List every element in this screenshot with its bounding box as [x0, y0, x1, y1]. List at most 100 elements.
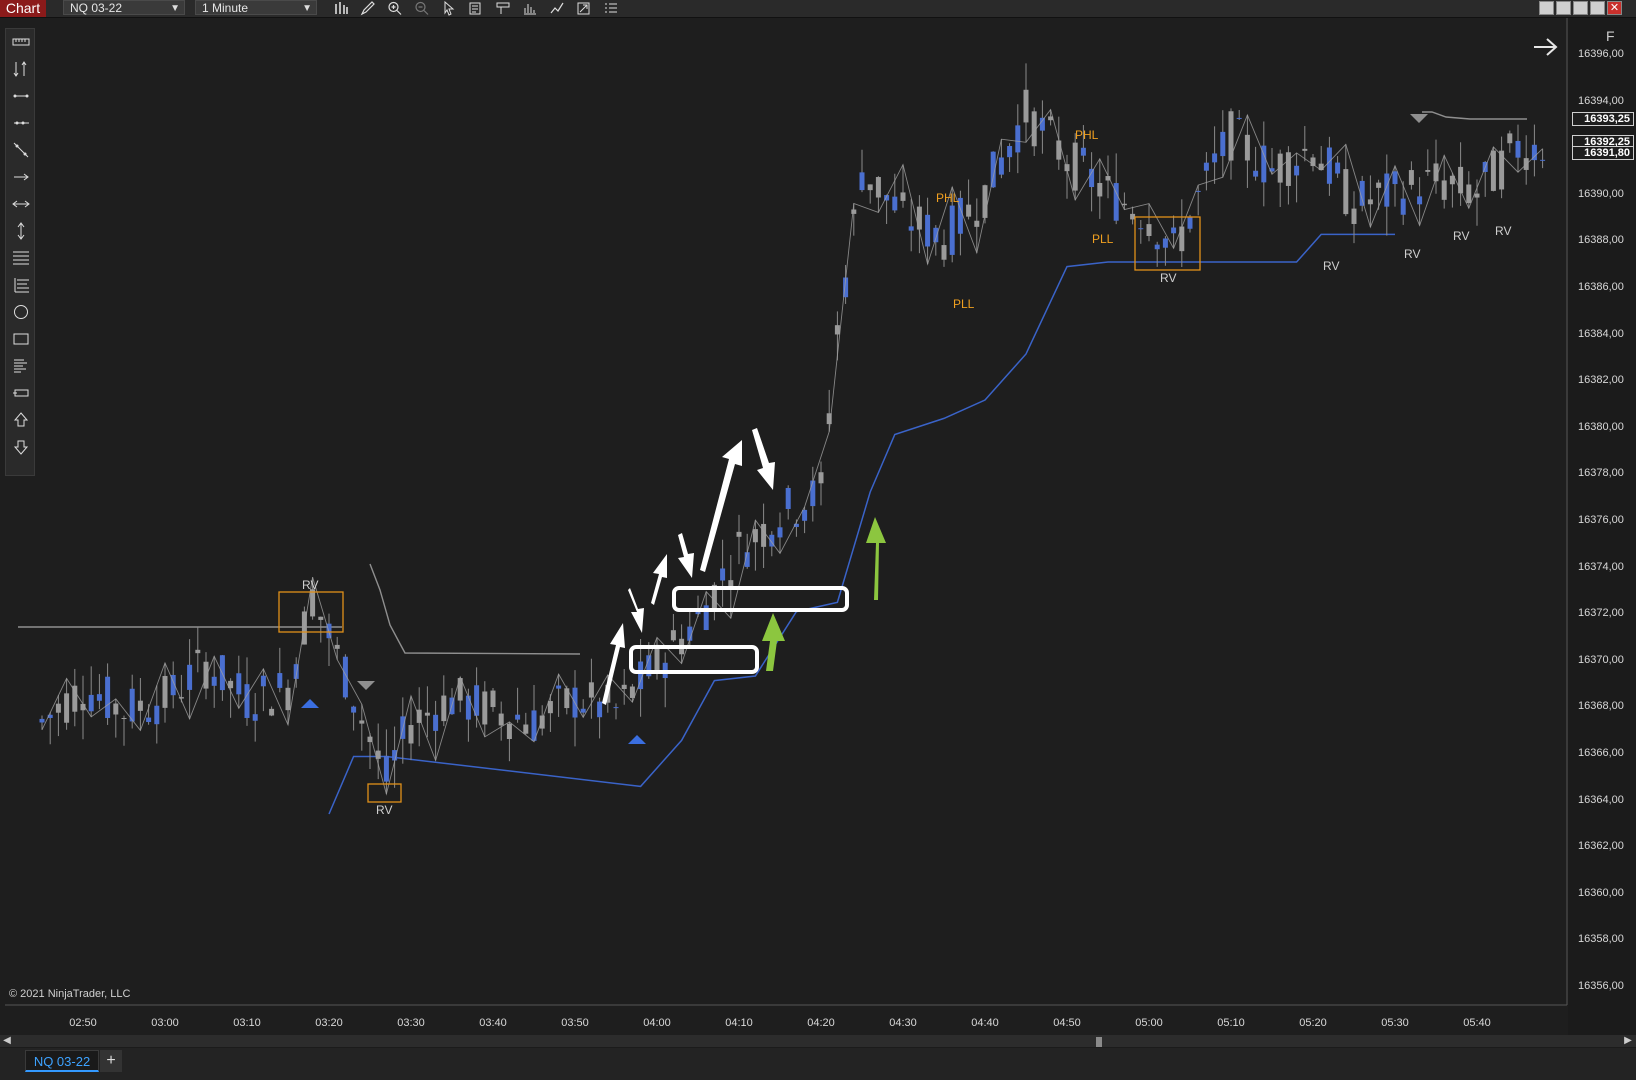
scroll-right-icon[interactable]: ▶	[1623, 1035, 1633, 1047]
phl-label: PHL	[936, 191, 960, 205]
candle-up	[146, 717, 152, 723]
arrow-down-icon[interactable]	[12, 438, 30, 456]
buy-triangle-icon	[628, 735, 646, 744]
candle-down	[1351, 208, 1357, 224]
candle-down	[482, 691, 488, 725]
candle-up	[1039, 117, 1045, 131]
time-axis-label: 05:40	[1463, 1017, 1491, 1029]
time-axis-label: 03:50	[561, 1017, 589, 1029]
price-axis-label: 16380,00	[1578, 420, 1624, 433]
candle-up	[1080, 147, 1086, 156]
price-axis-label: 16376,00	[1578, 514, 1624, 526]
candle-down	[55, 703, 61, 713]
price-axis-label: 16378,00	[1578, 467, 1624, 480]
candle-down	[1130, 213, 1136, 220]
candle-down	[523, 724, 529, 734]
candle-up	[556, 685, 562, 689]
rv-labels: RV RV RV RV RV RV RV	[302, 224, 1511, 817]
candle-down	[490, 690, 496, 708]
add-tab-button[interactable]: +	[100, 1050, 122, 1072]
horizontal-scrollbar[interactable]	[0, 1035, 1636, 1047]
candle-up	[949, 205, 955, 255]
candle-up	[1400, 198, 1406, 215]
candle-up	[1195, 190, 1201, 192]
ray-icon[interactable]	[12, 114, 30, 132]
candle-up	[96, 694, 102, 701]
rv-label: RV	[1495, 224, 1511, 238]
candle-down	[966, 204, 972, 217]
arrow-up-icon[interactable]	[12, 411, 30, 429]
candle-up	[1015, 125, 1021, 153]
candle-up	[351, 706, 357, 713]
candle-down	[670, 630, 676, 641]
price-axis-label: 16384,00	[1578, 327, 1624, 340]
extended-line-icon[interactable]	[12, 141, 30, 159]
arrow-line-icon[interactable]	[12, 168, 30, 186]
candle-up	[465, 695, 471, 720]
tab-nq-03-22[interactable]: NQ 03-22	[25, 1050, 99, 1072]
candle-up	[1212, 153, 1218, 163]
price-axis-label: 16386,00	[1578, 281, 1624, 293]
candle-down	[547, 701, 553, 714]
region-highlight-icon[interactable]	[12, 357, 30, 375]
candle-up	[1138, 228, 1144, 230]
gray-level-segment	[369, 563, 581, 655]
time-axis-label: 04:20	[807, 1017, 835, 1029]
arrow-right-icon	[1534, 38, 1558, 56]
candle-up	[105, 676, 111, 718]
price-axis-label: 16394,00	[1578, 94, 1624, 107]
time-axis-label: 04:30	[889, 1017, 917, 1029]
candle-down	[1490, 150, 1496, 191]
candle-down	[334, 644, 340, 649]
candle-up	[777, 527, 783, 538]
candle-down	[1285, 152, 1291, 186]
candle-up	[720, 568, 726, 581]
pll-label: PLL	[953, 297, 975, 311]
candle-down	[408, 725, 414, 744]
candle-up	[802, 509, 808, 521]
vertical-line-icon[interactable]	[12, 222, 30, 240]
candle-down	[1458, 166, 1464, 194]
candle-down	[875, 177, 881, 198]
ellipse-icon[interactable]	[12, 303, 30, 321]
candle-down	[72, 685, 78, 712]
scroll-left-icon[interactable]: ◀	[2, 1035, 12, 1047]
candle-up	[597, 701, 603, 718]
fibonacci-extension-icon[interactable]	[12, 276, 30, 294]
line-icon[interactable]	[12, 87, 30, 105]
scroll-thumb[interactable]	[1096, 1037, 1102, 1047]
candle-down	[1376, 182, 1382, 188]
time-axis-label: 02:50	[69, 1017, 97, 1029]
gray-level-line	[18, 111, 1527, 655]
rv-label: RV	[1453, 229, 1469, 243]
rectangle-icon[interactable]	[12, 330, 30, 348]
candle-up	[474, 685, 480, 716]
candle-up	[260, 675, 266, 687]
candle-down	[424, 712, 430, 716]
horizontal-line-icon[interactable]	[12, 195, 30, 213]
fibonacci-retracement-icon[interactable]	[12, 249, 30, 267]
ruler-icon[interactable]	[12, 33, 30, 51]
candle-up	[908, 226, 914, 231]
candle-down	[941, 245, 947, 260]
candle-down	[1343, 169, 1349, 215]
time-axis-label: 05:20	[1299, 1017, 1327, 1029]
f-button[interactable]: F	[1606, 28, 1615, 44]
candle-down	[506, 723, 512, 740]
candle-up	[211, 676, 217, 686]
candle-up	[1253, 170, 1259, 177]
candle-up	[1162, 238, 1168, 248]
candle-down	[1408, 170, 1414, 185]
price-axis-label: 16396,00	[1578, 48, 1624, 60]
price-axis-label: 16372,00	[1578, 607, 1624, 620]
candle-up	[1007, 146, 1013, 158]
text-icon[interactable]	[12, 384, 30, 402]
candle-down	[64, 693, 70, 723]
white-arrow-down-icon	[752, 428, 775, 490]
candle-down	[539, 715, 545, 729]
candle-up	[88, 694, 94, 712]
price-axis-label: 16382,00	[1578, 374, 1624, 387]
price-chart[interactable]: RV RV RV RV RV RV RV PHL PLL PHL PLL	[0, 0, 1636, 1080]
candle-down	[113, 703, 119, 715]
risk-reward-icon[interactable]	[12, 60, 30, 78]
